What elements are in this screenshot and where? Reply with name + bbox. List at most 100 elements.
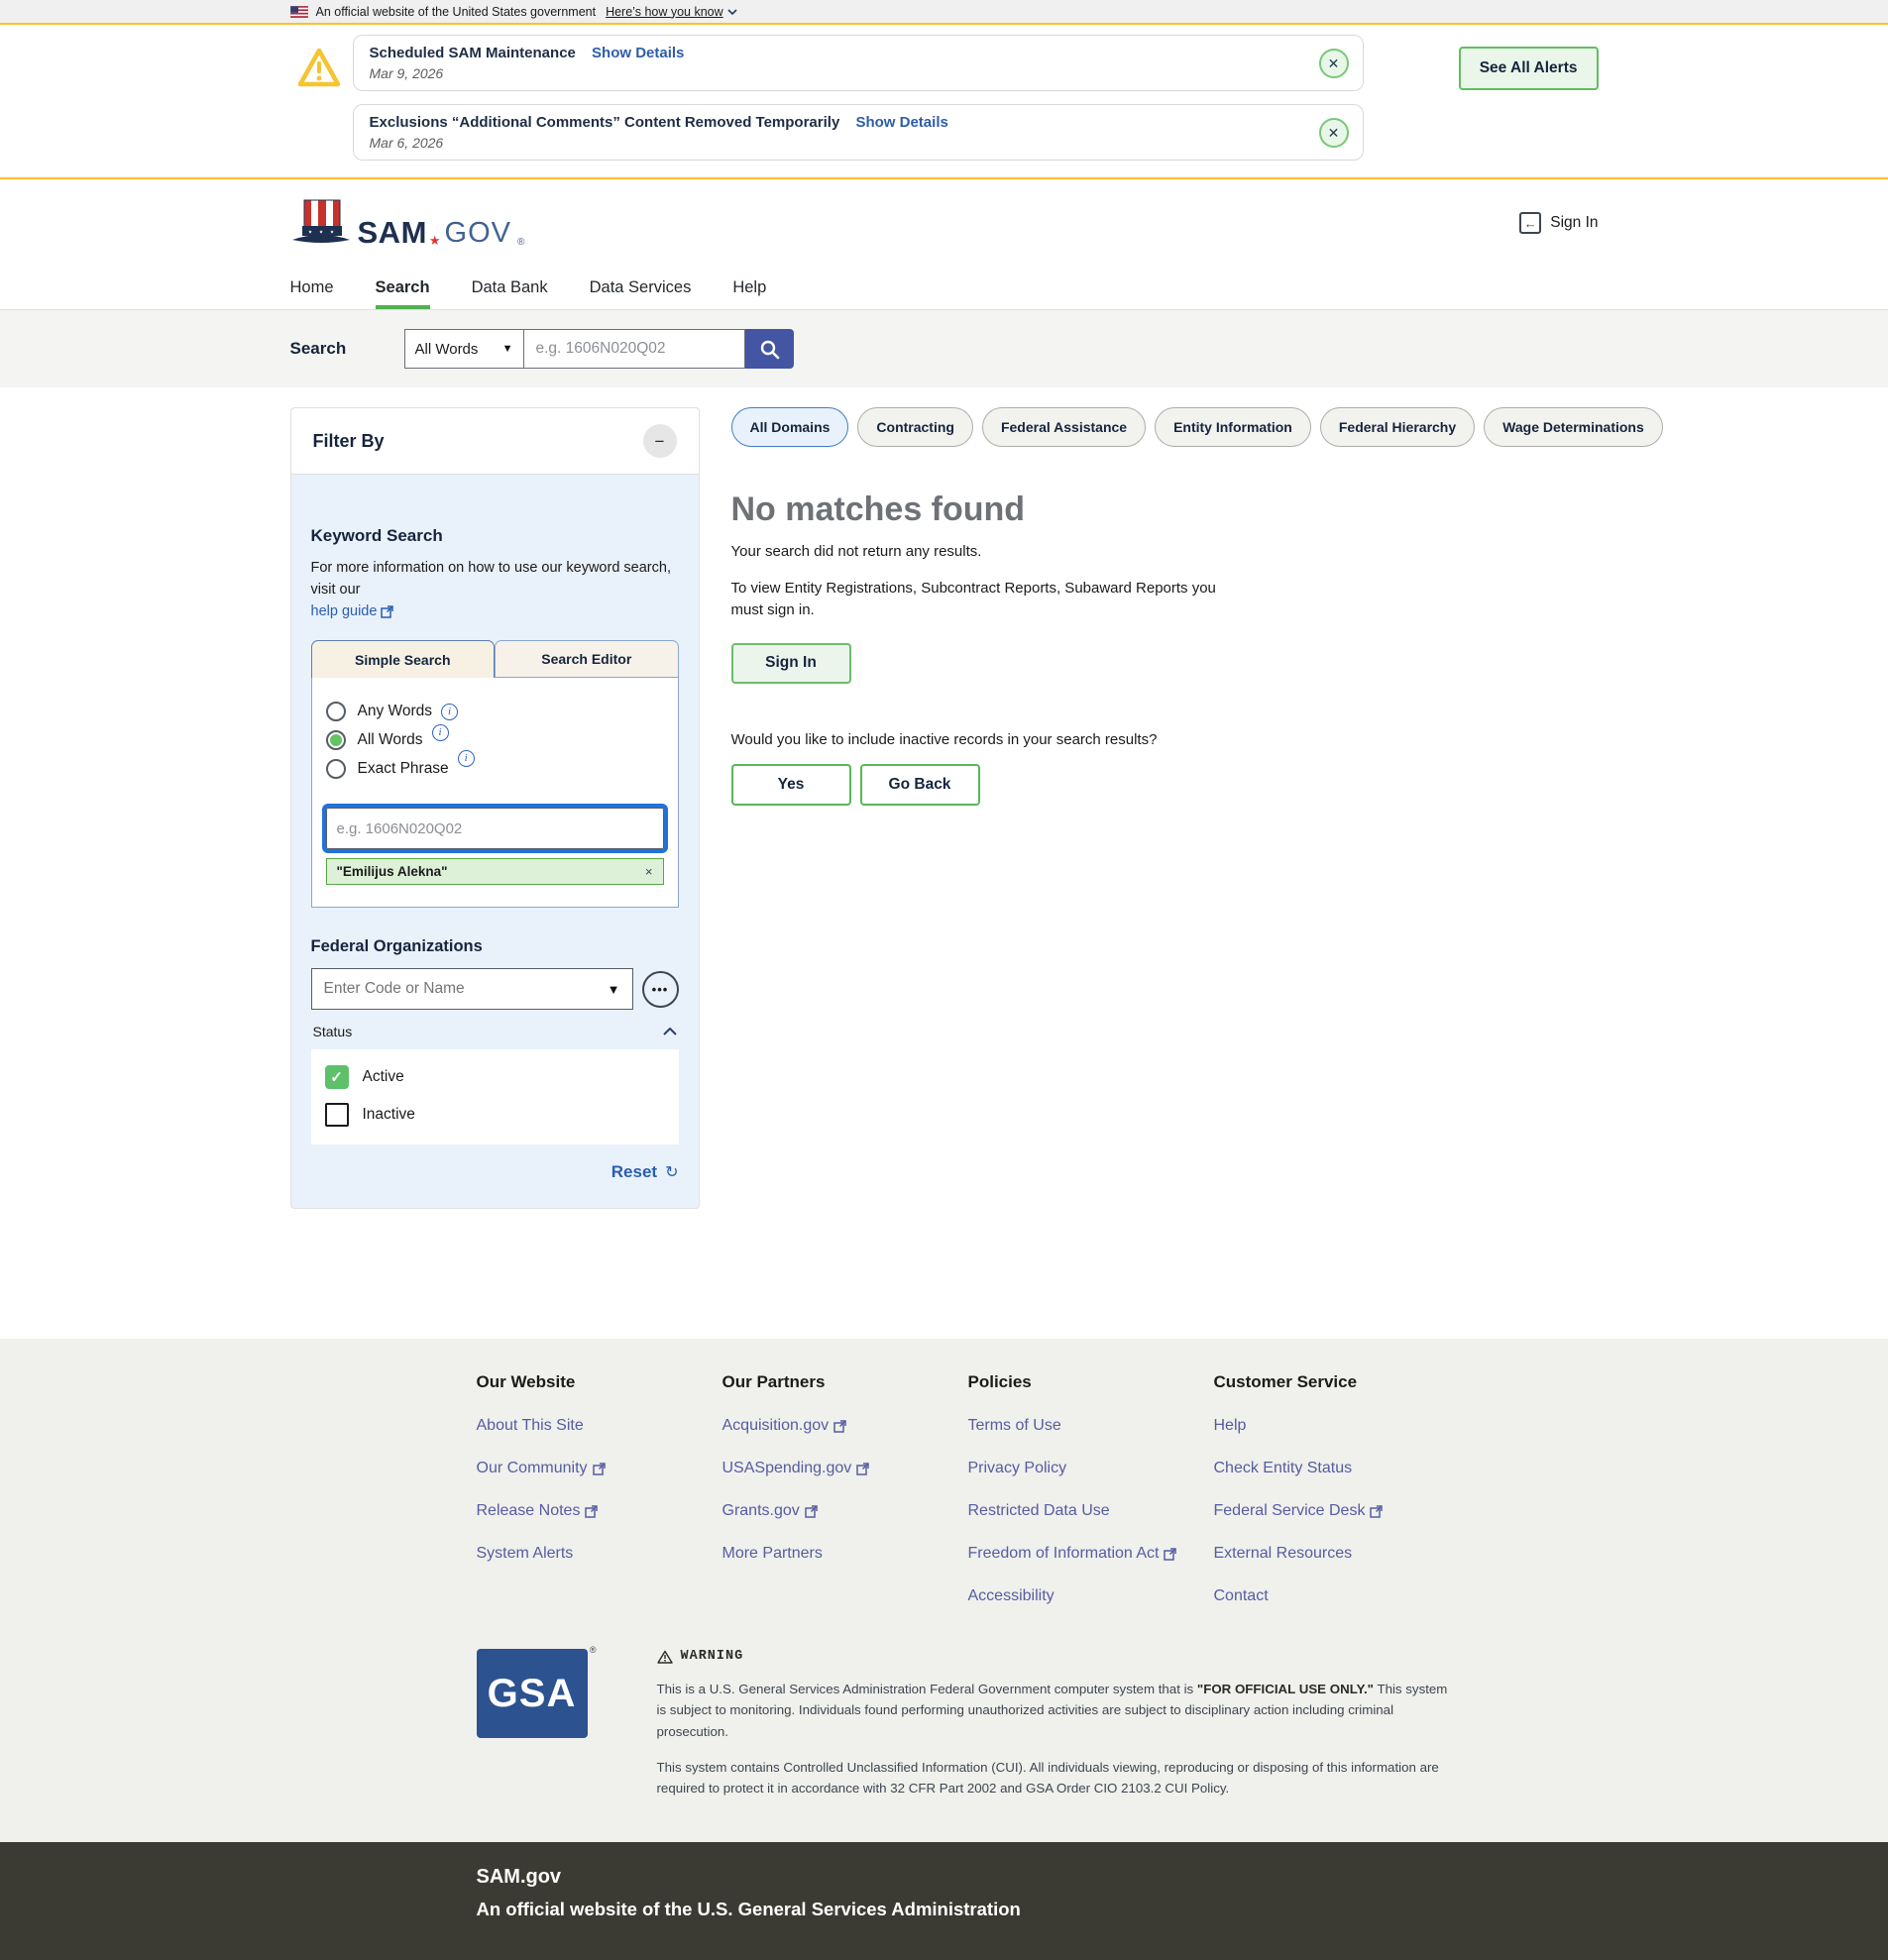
info-icon[interactable]: i <box>441 704 458 720</box>
sign-in-button[interactable]: Sign In <box>731 643 851 684</box>
keyword-input[interactable] <box>326 808 664 849</box>
footer-heading: Policies <box>968 1372 1214 1392</box>
info-icon[interactable]: i <box>458 750 475 767</box>
see-all-alerts-button[interactable]: See All Alerts <box>1459 47 1599 90</box>
main-area: Filter By − Keyword Search For more info… <box>0 387 1888 1339</box>
nav-item-data-services[interactable]: Data Services <box>590 267 692 309</box>
federal-org-select[interactable]: Enter Code or Name ▼ <box>311 968 633 1010</box>
heres-how-link[interactable]: Here’s how you know <box>606 5 737 19</box>
footer-link-foia[interactable]: Freedom of Information Act <box>968 1545 1214 1563</box>
reset-filters-link[interactable]: Reset ↻ <box>311 1162 679 1182</box>
alert-date: Mar 6, 2026 <box>370 135 1303 151</box>
no-results-message: Your search did not return any results. <box>731 543 1663 560</box>
logo-sam-text: SAM <box>358 217 427 248</box>
footer-heading: Our Website <box>477 1372 722 1392</box>
no-matches-heading: No matches found <box>731 490 1663 529</box>
domain-tab-entity-information[interactable]: Entity Information <box>1155 407 1311 447</box>
footer-link-about-this-site[interactable]: About This Site <box>477 1417 722 1435</box>
checkbox-unchecked-icon[interactable] <box>325 1103 349 1127</box>
warning-block: WARNING This is a U.S. General Services … <box>657 1649 1455 1798</box>
search-submit-button[interactable] <box>745 329 794 369</box>
gsa-registered-mark: ® <box>590 1645 597 1655</box>
status-option-active[interactable]: ✓ Active <box>325 1065 665 1089</box>
chip-close-icon[interactable]: × <box>645 864 653 879</box>
domain-tab-contracting[interactable]: Contracting <box>857 407 973 447</box>
footer-link-federal-service-desk[interactable]: Federal Service Desk <box>1214 1502 1460 1520</box>
more-options-button[interactable]: ••• <box>642 971 679 1008</box>
caret-down-icon: ▼ <box>502 343 513 355</box>
footer-link-help[interactable]: Help <box>1214 1417 1460 1435</box>
filter-by-title: Filter By <box>313 431 385 452</box>
sign-in-link[interactable]: ← Sign In <box>1519 212 1598 234</box>
footer-link-our-community[interactable]: Our Community <box>477 1460 722 1477</box>
footer-link-restricted-data-use[interactable]: Restricted Data Use <box>968 1502 1214 1520</box>
inactive-records-question: Would you like to include inactive recor… <box>731 731 1663 748</box>
alert-list: Scheduled SAM Maintenance Show Details M… <box>353 35 1364 161</box>
radio-any-words[interactable] <box>326 702 346 721</box>
alerts-section: Scheduled SAM Maintenance Show Details M… <box>0 25 1888 179</box>
domain-tab-federal-hierarchy[interactable]: Federal Hierarchy <box>1320 407 1475 447</box>
keyword-search-heading: Keyword Search <box>311 526 679 546</box>
reset-icon: ↻ <box>665 1162 678 1182</box>
show-details-link[interactable]: Show Details <box>855 114 947 131</box>
nav-item-help[interactable]: Help <box>732 267 766 309</box>
radio-label-any-words: Any Words <box>358 703 433 720</box>
external-link-icon <box>585 1505 598 1518</box>
warning-triangle-icon <box>296 47 342 88</box>
close-icon[interactable]: ✕ <box>1319 49 1349 78</box>
gsa-logo: GSA ® <box>477 1649 588 1798</box>
chevron-up-icon[interactable] <box>663 1028 677 1035</box>
results-area: All Domains Contracting Federal Assistan… <box>731 407 1663 806</box>
banner-text: An official website of the United States… <box>316 5 597 19</box>
footer-link-external-resources[interactable]: External Resources <box>1214 1545 1460 1563</box>
warning-paragraph-1: This is a U.S. General Services Administ… <box>657 1679 1455 1742</box>
radio-exact-phrase[interactable] <box>326 759 346 779</box>
tab-simple-search[interactable]: Simple Search <box>311 640 496 678</box>
magnifier-icon <box>759 339 780 360</box>
go-back-button[interactable]: Go Back <box>860 764 980 806</box>
footer-site-tagline: An official website of the U.S. General … <box>477 1899 1599 1920</box>
filter-panel: Filter By − Keyword Search For more info… <box>290 407 700 1209</box>
keyword-chip-label: "Emilijus Alekna" <box>337 864 448 879</box>
domain-tab-all-domains[interactable]: All Domains <box>731 407 849 447</box>
domain-tab-federal-assistance[interactable]: Federal Assistance <box>982 407 1146 447</box>
footer-link-grants-gov[interactable]: Grants.gov <box>722 1502 968 1520</box>
footer-link-usaspending-gov[interactable]: USASpending.gov <box>722 1460 968 1477</box>
tab-search-editor[interactable]: Search Editor <box>495 640 679 678</box>
search-type-select[interactable]: All Words ▼ <box>404 329 524 369</box>
info-icon[interactable]: i <box>432 724 449 741</box>
sam-gov-logo[interactable]: SAM★GOV® <box>290 198 525 248</box>
footer-link-accessibility[interactable]: Accessibility <box>968 1587 1214 1605</box>
status-option-inactive[interactable]: Inactive <box>325 1103 665 1127</box>
keyword-tabs: Simple Search Search Editor <box>311 640 679 678</box>
radio-all-words[interactable] <box>326 730 346 750</box>
external-link-icon <box>856 1463 869 1475</box>
close-icon[interactable]: ✕ <box>1319 118 1349 148</box>
checkbox-checked-icon[interactable]: ✓ <box>325 1065 349 1089</box>
footer-link-release-notes[interactable]: Release Notes <box>477 1502 722 1520</box>
keyword-search-description: For more information on how to use our k… <box>311 560 671 598</box>
global-search-input[interactable] <box>524 329 745 369</box>
yes-button[interactable]: Yes <box>731 764 851 806</box>
nav-item-search[interactable]: Search <box>376 267 430 309</box>
domain-tabs: All Domains Contracting Federal Assistan… <box>731 407 1663 447</box>
search-type-value: All Words <box>415 341 479 358</box>
footer-link-terms-of-use[interactable]: Terms of Use <box>968 1417 1214 1435</box>
nav-item-home[interactable]: Home <box>290 267 334 309</box>
external-link-icon <box>593 1463 606 1475</box>
footer-column-our-partners: Our Partners Acquisition.gov USASpending… <box>722 1372 968 1605</box>
footer-link-acquisition-gov[interactable]: Acquisition.gov <box>722 1417 968 1435</box>
external-link-icon <box>381 605 393 618</box>
domain-tab-wage-determinations[interactable]: Wage Determinations <box>1484 407 1663 447</box>
help-guide-link[interactable]: help guide <box>311 601 394 623</box>
footer-link-system-alerts[interactable]: System Alerts <box>477 1545 722 1563</box>
footer-link-contact[interactable]: Contact <box>1214 1587 1460 1605</box>
collapse-filters-button[interactable]: − <box>643 424 677 458</box>
footer-link-check-entity-status[interactable]: Check Entity Status <box>1214 1460 1460 1477</box>
nav-item-data-bank[interactable]: Data Bank <box>472 267 548 309</box>
footer-link-more-partners[interactable]: More Partners <box>722 1545 968 1563</box>
show-details-link[interactable]: Show Details <box>592 45 684 61</box>
footer-link-privacy-policy[interactable]: Privacy Policy <box>968 1460 1214 1477</box>
us-flag-icon <box>290 6 308 18</box>
logo-star-icon: ★ <box>429 234 441 247</box>
